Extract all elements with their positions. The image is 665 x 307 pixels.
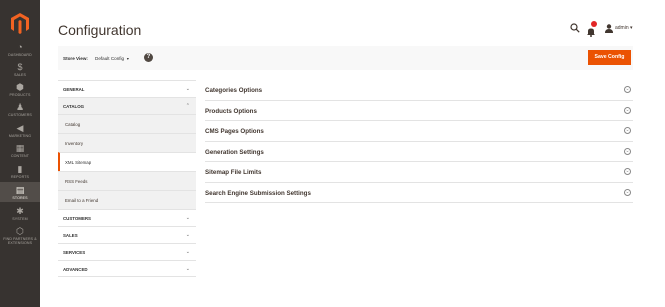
tab-item-email-to-a-friend[interactable]: Email to a Friend bbox=[58, 190, 196, 209]
section-title: CMS Pages Options bbox=[205, 128, 264, 135]
user-icon[interactable] bbox=[605, 24, 613, 33]
section-title: Sitemap File Limits bbox=[205, 169, 262, 176]
tab-services[interactable]: SERVICES ⌄ bbox=[58, 243, 196, 260]
nav-label: Reports bbox=[10, 175, 29, 179]
tab-item-xml-sitemap[interactable]: XML Sitemap bbox=[58, 152, 196, 171]
section-sitemap-file-limits[interactable]: Sitemap File Limits ⌄ bbox=[205, 162, 633, 183]
nav-label: Find Partners & Extensions bbox=[3, 237, 37, 245]
config-sections: Categories Options ⌄ Products Options ⌄ … bbox=[205, 80, 633, 203]
expand-circle-icon: ⌄ bbox=[624, 188, 631, 196]
section-title: Search Engine Submission Settings bbox=[205, 189, 311, 197]
tab-item-label: RSS Feeds bbox=[65, 179, 88, 184]
tab-item-label: XML Sitemap bbox=[65, 160, 92, 165]
nav-item-content[interactable]: ▦ Content bbox=[0, 143, 40, 158]
tab-catalog[interactable]: CATALOG ⌃ bbox=[58, 97, 196, 114]
search-icon[interactable] bbox=[570, 23, 580, 33]
nav-item-customers[interactable]: ♟ Customers bbox=[0, 102, 40, 117]
extensions-icon: ⬡ bbox=[16, 226, 24, 236]
user-menu[interactable]: admin ▾ bbox=[615, 25, 633, 31]
chevron-up-icon: ⌃ bbox=[185, 103, 190, 109]
notification-badge bbox=[591, 21, 597, 27]
bar-chart-icon: ▮ bbox=[17, 164, 23, 174]
tab-item-catalog[interactable]: Catalog bbox=[58, 114, 196, 133]
tab-item-rss-feeds[interactable]: RSS Feeds bbox=[58, 171, 196, 190]
tab-item-label: Inventory bbox=[65, 141, 84, 146]
nav-item-system[interactable]: ✱ System bbox=[0, 206, 40, 221]
tab-customers[interactable]: CUSTOMERS ⌄ bbox=[58, 209, 196, 226]
tab-item-inventory[interactable]: Inventory bbox=[58, 133, 196, 152]
nav-item-reports[interactable]: ▮ Reports bbox=[0, 164, 40, 179]
admin-sidebar: ◔ Dashboard $ Sales ⬢ Products ♟ Custome… bbox=[0, 0, 40, 307]
section-products-options[interactable]: Products Options ⌄ bbox=[205, 101, 633, 121]
nav-label: Products bbox=[9, 93, 31, 97]
tab-advanced[interactable]: ADVANCED ⌄ bbox=[58, 260, 196, 277]
store-view-value: Default Config bbox=[95, 56, 125, 61]
store-view-label: Store View: bbox=[63, 56, 88, 61]
save-config-button[interactable]: Save Config bbox=[588, 50, 631, 65]
tab-item-label: Email to a Friend bbox=[65, 198, 99, 203]
nav-item-dashboard[interactable]: ◔ Dashboard bbox=[0, 42, 40, 57]
help-icon[interactable]: ? bbox=[144, 53, 153, 62]
nav-item-marketing[interactable]: ◀ Marketing bbox=[0, 123, 40, 138]
megaphone-icon: ◀ bbox=[16, 123, 24, 133]
store-view-bar: Store View: Default Config ▼ ? bbox=[58, 46, 633, 70]
expand-circle-icon: ⌄ bbox=[624, 147, 631, 155]
tab-general[interactable]: GENERAL ⌄ bbox=[58, 80, 196, 97]
notifications-button[interactable] bbox=[586, 21, 597, 37]
store-icon: ▤ bbox=[15, 185, 25, 195]
chevron-down-icon: ⌄ bbox=[185, 86, 190, 92]
nav-label: Content bbox=[10, 154, 30, 158]
nav-item-stores[interactable]: ▤ Stores bbox=[0, 182, 40, 202]
tab-label: GENERAL bbox=[63, 87, 85, 92]
nav-item-products[interactable]: ⬢ Products bbox=[0, 82, 40, 97]
tab-item-label: Catalog bbox=[65, 122, 81, 127]
expand-circle-icon: ⌄ bbox=[624, 86, 631, 93]
caret-down-icon: ▼ bbox=[126, 57, 130, 61]
section-title: Products Options bbox=[205, 107, 257, 115]
nav-label: Sales bbox=[13, 73, 27, 77]
section-title: Categories Options bbox=[205, 87, 263, 94]
tab-label: SALES bbox=[63, 233, 78, 238]
chevron-down-icon: ⌄ bbox=[185, 266, 190, 272]
chevron-down-icon: ⌄ bbox=[185, 249, 190, 255]
gear-icon: ✱ bbox=[16, 206, 24, 216]
dashboard-icon: ◔ bbox=[17, 42, 23, 52]
tab-label: SERVICES bbox=[63, 250, 86, 255]
content-icon: ▦ bbox=[15, 143, 25, 153]
expand-circle-icon: ⌄ bbox=[624, 168, 631, 175]
expand-circle-icon: ⌄ bbox=[624, 106, 631, 114]
section-cms-pages-options[interactable]: CMS Pages Options ⌄ bbox=[205, 121, 633, 142]
nav-label: Dashboard bbox=[8, 53, 32, 57]
chevron-down-icon: ⌄ bbox=[185, 232, 190, 238]
tab-label: CATALOG bbox=[63, 104, 85, 109]
tab-label: ADVANCED bbox=[63, 267, 88, 272]
bell-icon bbox=[587, 28, 595, 37]
section-generation-settings[interactable]: Generation Settings ⌄ bbox=[205, 142, 633, 162]
tab-label: CUSTOMERS bbox=[63, 216, 91, 221]
nav-label: Customers bbox=[8, 113, 32, 117]
person-icon: ♟ bbox=[15, 102, 25, 112]
nav-item-extensions[interactable]: ⬡ Find Partners & Extensions bbox=[0, 226, 40, 245]
chevron-down-icon: ⌄ bbox=[185, 215, 190, 221]
nav-label: Marketing bbox=[8, 134, 32, 138]
nav-item-sales[interactable]: $ Sales bbox=[0, 62, 40, 77]
page-title: Configuration bbox=[58, 22, 142, 38]
tab-sales[interactable]: SALES ⌄ bbox=[58, 226, 196, 243]
dollar-icon: $ bbox=[17, 62, 23, 72]
expand-circle-icon: ⌄ bbox=[624, 127, 631, 134]
config-tabs: GENERAL ⌄ CATALOG ⌃ Catalog Inventory XM… bbox=[58, 80, 196, 277]
section-categories-options[interactable]: Categories Options ⌄ bbox=[205, 80, 633, 101]
section-search-engine-submission-settings[interactable]: Search Engine Submission Settings ⌄ bbox=[205, 183, 633, 203]
box-icon: ⬢ bbox=[16, 82, 24, 92]
nav-label: Stores bbox=[12, 196, 28, 200]
section-title: Generation Settings bbox=[205, 148, 264, 156]
store-view-switcher[interactable]: Default Config ▼ bbox=[95, 56, 130, 61]
nav-label: System bbox=[12, 217, 28, 221]
magento-logo-icon[interactable] bbox=[10, 12, 30, 34]
